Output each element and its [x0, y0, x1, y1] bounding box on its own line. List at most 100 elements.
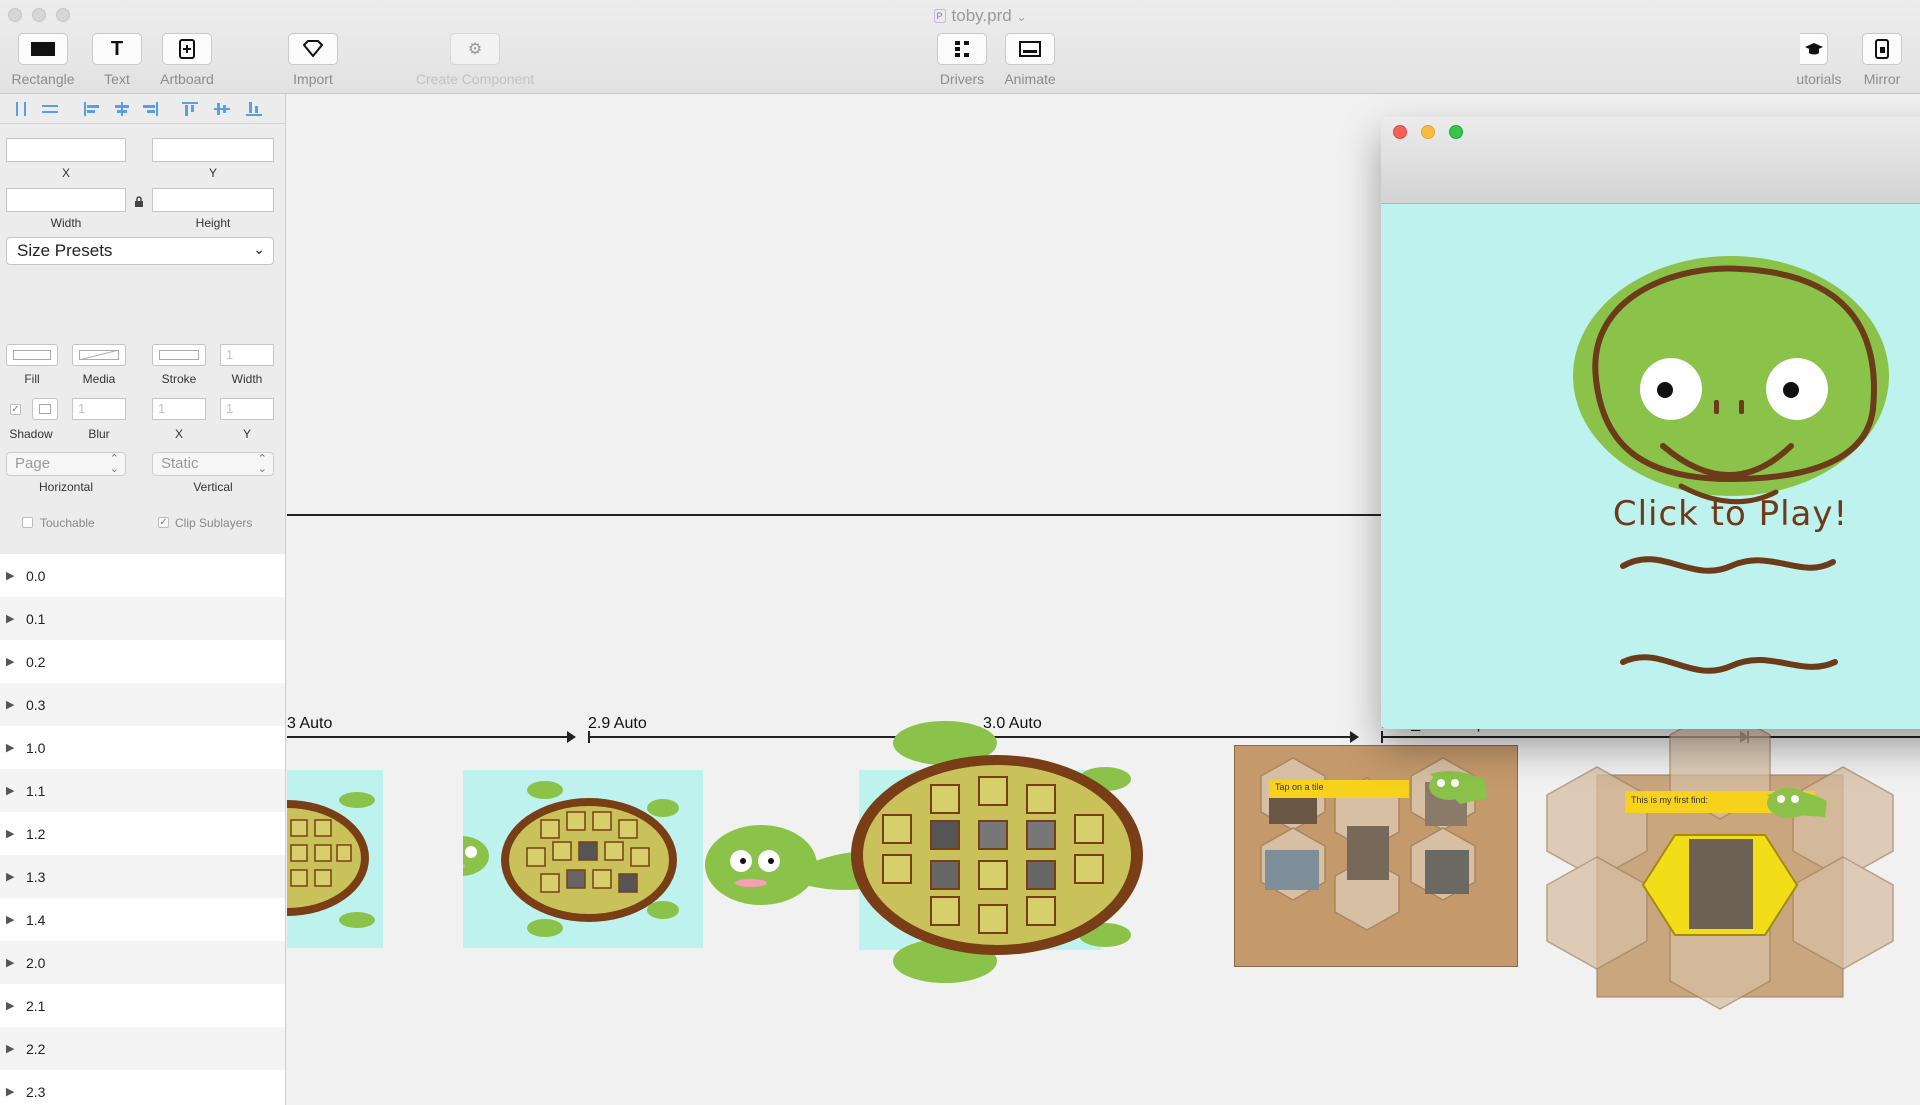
text-tool[interactable]: T Text — [91, 33, 143, 87]
y-field[interactable] — [152, 138, 274, 162]
shadow-checkbox[interactable]: ✓ — [10, 404, 21, 415]
rectangle-icon — [18, 33, 68, 65]
align-bottom-icon[interactable] — [246, 102, 262, 116]
x-field[interactable] — [6, 138, 126, 162]
preview-zoom-button[interactable] — [1449, 125, 1463, 139]
preview-minimize-button[interactable] — [1421, 125, 1435, 139]
shadow-color-swatch[interactable] — [32, 398, 58, 420]
lock-icon[interactable] — [134, 194, 144, 207]
stroke-width-field[interactable]: 1 — [220, 344, 274, 366]
distribute-vertical-icon[interactable] — [42, 102, 58, 116]
arrowhead-icon — [567, 731, 576, 743]
toolbar: Ptoby.prd ⌄ Rectangle T Text Artboard Im… — [0, 0, 1920, 94]
disclosure-triangle-icon[interactable]: ▶ — [6, 655, 26, 668]
window-close-button[interactable] — [8, 8, 22, 22]
animate-tool[interactable]: Animate — [1000, 33, 1060, 87]
document-title[interactable]: Ptoby.prd ⌄ — [900, 6, 1060, 26]
shadow-y-field[interactable]: 1 — [220, 398, 274, 420]
inspector-panel: X Y Width Height Size Presets ⌄ Fill Med… — [0, 94, 286, 554]
horizontal-constraint-select[interactable]: Page ⌃ ⌄ — [6, 452, 126, 476]
disclosure-triangle-icon[interactable]: ▶ — [6, 999, 26, 1012]
shadow-x-field[interactable]: 1 — [152, 398, 206, 420]
click-to-play-label[interactable]: Click to Play! — [1381, 494, 1920, 534]
rectangle-tool[interactable]: Rectangle — [8, 33, 78, 87]
import-tool[interactable]: Import — [286, 33, 340, 87]
disclosure-triangle-icon[interactable]: ▶ — [6, 956, 26, 969]
layer-row[interactable]: ▶ 1.4 — [0, 898, 285, 941]
gears-icon: ⚙ — [450, 33, 500, 65]
import-icon — [288, 33, 338, 65]
layer-row[interactable]: ▶ 1.2 — [0, 812, 285, 855]
turtle-face-illustration — [1573, 256, 1889, 674]
drivers-tool[interactable]: Drivers — [935, 33, 989, 87]
disclosure-triangle-icon[interactable]: ▶ — [6, 870, 26, 883]
layer-row[interactable]: ▶ 2.0 — [0, 941, 285, 984]
vertical-constraint-select[interactable]: Static ⌃ ⌄ — [152, 452, 274, 476]
window-minimize-button[interactable] — [32, 8, 46, 22]
animate-icon — [1005, 33, 1055, 65]
disclosure-triangle-icon[interactable]: ▶ — [6, 1042, 26, 1055]
arrowhead-icon — [1350, 731, 1359, 743]
layer-row[interactable]: ▶ 1.3 — [0, 855, 285, 898]
canvas[interactable]: 3 Auto 2.9 Auto 3.0 Auto IMG_3406 Tap 3.… — [287, 95, 1920, 1105]
align-right-icon[interactable] — [142, 102, 158, 116]
align-middle-icon[interactable] — [214, 102, 230, 116]
layer-row[interactable]: ▶ 0.1 — [0, 597, 285, 640]
alignment-toolbar — [0, 94, 286, 124]
fill-swatch[interactable] — [6, 344, 58, 366]
layer-row[interactable]: ▶ 2.1 — [0, 984, 285, 1027]
align-left-icon[interactable] — [84, 102, 100, 116]
artboard-tool[interactable]: Artboard — [153, 33, 221, 87]
align-center-icon[interactable] — [114, 102, 130, 116]
media-swatch[interactable] — [72, 344, 126, 366]
layer-row[interactable]: ▶ 0.3 — [0, 683, 285, 726]
align-top-icon[interactable] — [182, 102, 198, 116]
text-icon: T — [92, 33, 142, 65]
tutorials-tool[interactable]: utorials — [1792, 33, 1846, 87]
graduation-cap-icon — [1800, 33, 1828, 65]
layer-row[interactable]: ▶ 2.2 — [0, 1027, 285, 1070]
blur-field[interactable]: 1 — [72, 398, 126, 420]
disclosure-triangle-icon[interactable]: ▶ — [6, 741, 26, 754]
artboard-thumbnail[interactable]: Tap on a tile — [1234, 745, 1518, 967]
artboard-thumbnail[interactable]: This is my first find: — [1527, 706, 1920, 1015]
layer-row[interactable]: ▶ 2.3 — [0, 1070, 285, 1105]
disclosure-triangle-icon[interactable]: ▶ — [6, 784, 26, 797]
tap-banner: Tap on a tile — [1275, 782, 1324, 792]
find-banner: This is my first find: — [1631, 795, 1709, 805]
create-component-tool[interactable]: ⚙ Create Component — [405, 33, 545, 87]
transition-label[interactable]: 3 Auto — [287, 715, 332, 733]
disclosure-triangle-icon[interactable]: ▶ — [6, 698, 26, 711]
height-field[interactable] — [152, 188, 274, 212]
preview-close-button[interactable] — [1393, 125, 1407, 139]
document-icon: P — [933, 9, 946, 23]
window-zoom-button[interactable] — [56, 8, 70, 22]
layer-row[interactable]: ▶ 1.1 — [0, 769, 285, 812]
preview-window[interactable]: Click to Play! — [1381, 117, 1920, 729]
layers-list: ▶ 0.0 ▶ 0.1 ▶ 0.2 ▶ 0.3 ▶ 1.0 ▶ 1.1 ▶ 1.2 ▶ 1.3 … — [0, 554, 286, 1105]
layer-row[interactable]: ▶ 0.2 — [0, 640, 285, 683]
artboard-thumbnail[interactable] — [433, 770, 703, 948]
preview-titlebar — [1381, 117, 1920, 204]
chevron-down-icon: ⌄ — [1016, 10, 1027, 24]
size-presets-dropdown[interactable]: Size Presets ⌄ — [6, 237, 274, 265]
distribute-horizontal-icon[interactable] — [14, 102, 30, 116]
artboard-thumbnail[interactable] — [287, 770, 383, 948]
width-field[interactable] — [6, 188, 126, 212]
preview-screen[interactable]: Click to Play! — [1381, 204, 1920, 729]
clip-sublayers-checkbox[interactable]: ✓ — [158, 517, 169, 528]
disclosure-triangle-icon[interactable]: ▶ — [6, 612, 26, 625]
mirror-tool[interactable]: Mirror — [1852, 33, 1912, 87]
artboard-icon — [162, 33, 212, 65]
disclosure-triangle-icon[interactable]: ▶ — [6, 827, 26, 840]
layer-row[interactable]: ▶ 0.0 — [0, 554, 285, 597]
transition-label[interactable]: 2.9 Auto — [588, 715, 647, 733]
disclosure-triangle-icon[interactable]: ▶ — [6, 569, 26, 582]
layer-row[interactable]: ▶ 1.0 — [0, 726, 285, 769]
stroke-swatch[interactable] — [152, 344, 206, 366]
artboard-thumbnail[interactable] — [705, 715, 1145, 995]
disclosure-triangle-icon[interactable]: ▶ — [6, 913, 26, 926]
stepper-icon: ⌃ ⌄ — [109, 453, 119, 475]
touchable-checkbox[interactable] — [22, 517, 33, 528]
disclosure-triangle-icon[interactable]: ▶ — [6, 1085, 26, 1098]
